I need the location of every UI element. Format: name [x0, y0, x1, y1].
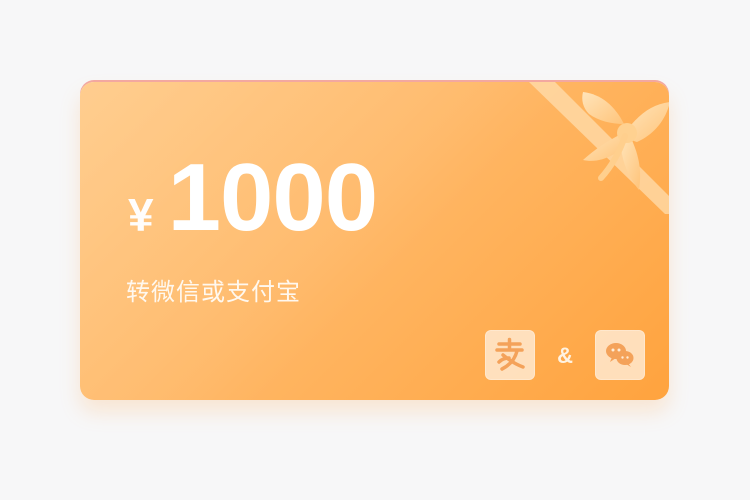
page-stage: ¥ 1000 转微信或支付宝 &	[0, 0, 750, 500]
gift-bow-icon	[529, 82, 669, 214]
wechat-icon	[595, 330, 645, 380]
alipay-icon	[485, 330, 536, 380]
ampersand-text: &	[557, 343, 573, 368]
currency-symbol: ¥	[128, 189, 154, 241]
amount-display: ¥ 1000	[128, 144, 379, 251]
amount-value: 1000	[167, 144, 379, 251]
transfer-text: 转微信或支付宝	[126, 278, 301, 306]
gift-card[interactable]: ¥ 1000 转微信或支付宝 &	[80, 82, 669, 400]
payment-icons: &	[485, 330, 645, 380]
